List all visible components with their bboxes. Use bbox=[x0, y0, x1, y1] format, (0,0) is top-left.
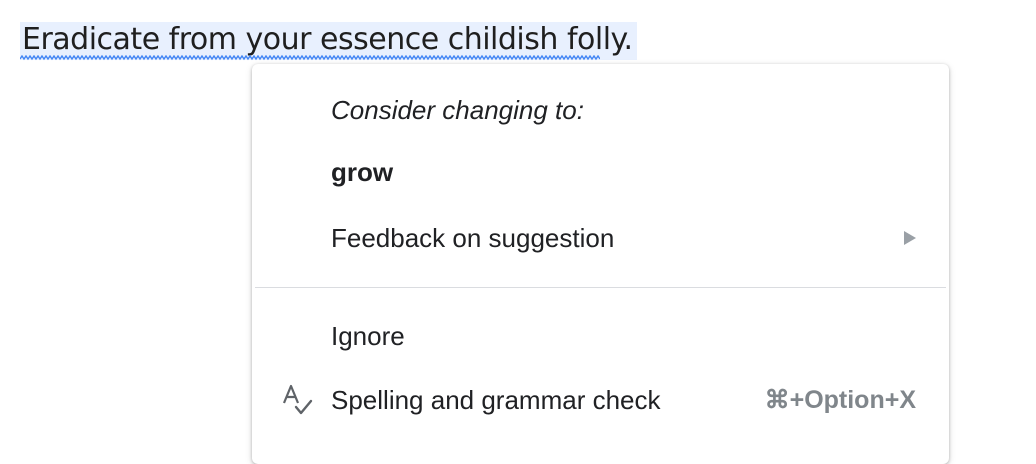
ignore-label: Ignore bbox=[331, 320, 405, 351]
menu-heading-label: Consider changing to: bbox=[331, 94, 584, 125]
submenu-arrow-icon bbox=[904, 231, 916, 245]
grammar-squiggle-underline bbox=[20, 55, 600, 61]
suggestion-label: grow bbox=[331, 156, 394, 187]
suggestion-item-grow[interactable]: grow bbox=[252, 148, 949, 196]
ignore-item[interactable]: Ignore bbox=[252, 312, 949, 360]
spelling-grammar-check-item[interactable]: Spelling and grammar check ⌘+Option+X bbox=[252, 376, 949, 424]
spellcheck-label: Spelling and grammar check bbox=[331, 384, 661, 415]
document-sentence[interactable]: Eradicate from your essence childish fol… bbox=[22, 22, 633, 57]
context-menu: Consider changing to: grow Feedback on s… bbox=[252, 64, 949, 464]
spellcheck-shortcut: ⌘+Option+X bbox=[764, 386, 916, 414]
spellcheck-icon bbox=[282, 384, 313, 415]
menu-heading: Consider changing to: bbox=[252, 86, 949, 134]
feedback-label: Feedback on suggestion bbox=[331, 222, 615, 253]
menu-divider bbox=[255, 287, 946, 288]
feedback-on-suggestion-item[interactable]: Feedback on suggestion bbox=[252, 214, 949, 262]
